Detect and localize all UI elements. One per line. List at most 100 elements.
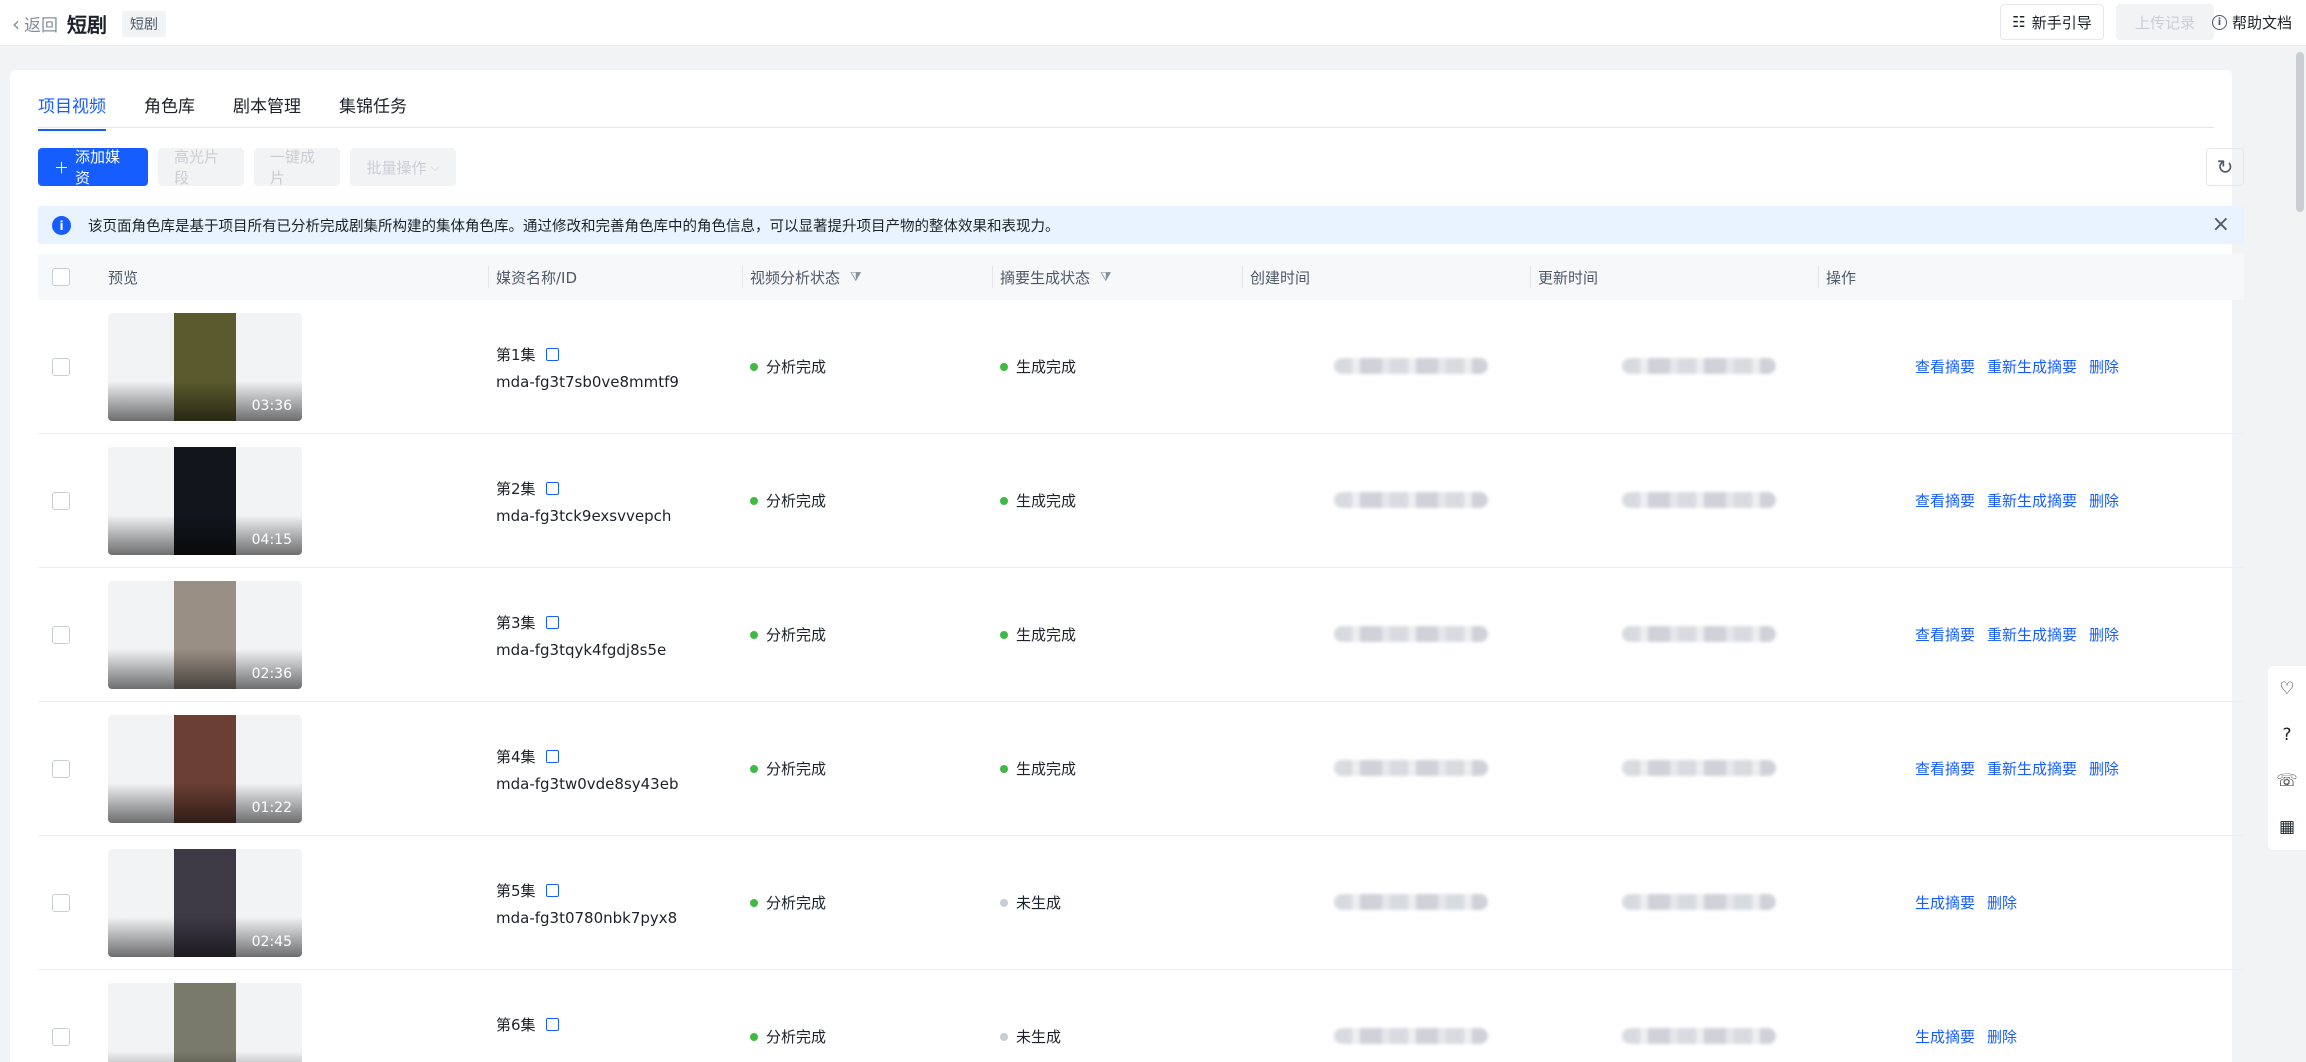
row-actions: 查看摘要 重新生成摘要 删除: [1915, 758, 2119, 779]
video-thumbnail[interactable]: 04:15: [108, 447, 302, 555]
edit-link-icon[interactable]: [545, 750, 559, 763]
analysis-cell: 分析完成: [750, 758, 826, 779]
row-checkbox[interactable]: [52, 1028, 70, 1046]
edit-link-icon[interactable]: [545, 482, 559, 495]
status-dot: [750, 1032, 758, 1041]
row-action[interactable]: 重新生成摘要: [1987, 624, 2077, 645]
filter-icon[interactable]: ⧩: [850, 270, 862, 285]
guide-button[interactable]: ☷ 新手引导: [2000, 4, 2104, 40]
feedback-icon[interactable]: ♡: [2279, 679, 2294, 699]
media-name-label: 第5集: [496, 882, 536, 900]
name-cell: 第6集: [496, 1014, 559, 1043]
back-link[interactable]: ‹ 返回: [12, 11, 58, 37]
edit-link-icon[interactable]: [545, 348, 559, 361]
scrollbar[interactable]: [2296, 52, 2304, 212]
analysis-status: 分析完成: [750, 758, 826, 779]
updated-time-redacted: [1622, 492, 1776, 508]
row-action[interactable]: 删除: [2089, 758, 2119, 779]
add-media-button[interactable]: ＋ 添加媒资: [38, 148, 148, 187]
row-action[interactable]: 生成摘要: [1915, 1026, 1975, 1047]
edit-link-icon[interactable]: [545, 616, 559, 629]
name-cell: 第5集 mda-fg3t0780nbk7pyx8: [496, 880, 677, 927]
close-icon[interactable]: ×: [2212, 212, 2230, 237]
edit-link-icon[interactable]: [545, 1018, 559, 1031]
updated-time-cell: [1622, 1028, 1776, 1044]
summary-cell: 生成完成: [1000, 356, 1076, 377]
video-thumbnail[interactable]: [108, 983, 302, 1062]
info-banner-text: 该页面角色库是基于项目所有已分析完成剧集所构建的集体角色库。通过修改和完善角色库…: [88, 218, 1060, 235]
updated-time-redacted: [1622, 1028, 1776, 1044]
grid-icon[interactable]: ▦: [2279, 817, 2295, 837]
updated-time-cell: [1622, 894, 1776, 910]
summary-status: 生成完成: [1000, 624, 1076, 645]
row-action[interactable]: 查看摘要: [1915, 624, 1975, 645]
status-dot: [750, 630, 758, 639]
batch-actions-dropdown[interactable]: 批量操作 ⌵: [350, 148, 456, 186]
row-checkbox[interactable]: [52, 894, 70, 912]
refresh-button[interactable]: ↻: [2206, 148, 2244, 186]
tab-project-videos[interactable]: 项目视频: [38, 92, 106, 131]
video-thumbnail[interactable]: 02:36: [108, 581, 302, 689]
video-thumbnail[interactable]: 03:36: [108, 313, 302, 421]
row-checkbox[interactable]: [52, 358, 70, 376]
row-checkbox[interactable]: [52, 760, 70, 778]
row-action[interactable]: 删除: [1987, 892, 2017, 913]
help-docs-label: 帮助文档: [2232, 14, 2293, 32]
tab-highlight-tasks[interactable]: 集锦任务: [339, 92, 407, 131]
row-action[interactable]: 查看摘要: [1915, 490, 1975, 511]
row-action[interactable]: 查看摘要: [1915, 758, 1975, 779]
analysis-status-label: 分析完成: [766, 492, 827, 510]
row-action[interactable]: 删除: [2089, 356, 2119, 377]
media-id: mda-fg3tqyk4fgdj8s5e: [496, 641, 667, 659]
media-name: 第2集: [496, 478, 671, 499]
ops-cell: 查看摘要 重新生成摘要 删除: [1915, 758, 2119, 779]
row-action[interactable]: 查看摘要: [1915, 356, 1975, 377]
row-action[interactable]: 重新生成摘要: [1987, 758, 2077, 779]
ops-cell: 查看摘要 重新生成摘要 删除: [1915, 624, 2119, 645]
row-action[interactable]: 删除: [2089, 624, 2119, 645]
row-action[interactable]: 重新生成摘要: [1987, 490, 2077, 511]
row-checkbox-cell: [52, 1028, 70, 1046]
row-actions: 查看摘要 重新生成摘要 删除: [1915, 356, 2119, 377]
phone-icon[interactable]: ☏: [2276, 771, 2297, 791]
status-dot: [750, 898, 758, 907]
row-action[interactable]: 生成摘要: [1915, 892, 1975, 913]
created-time-redacted: [1334, 1028, 1488, 1044]
row-actions: 生成摘要 删除: [1915, 1026, 2017, 1047]
video-thumbnail[interactable]: 01:22: [108, 715, 302, 823]
filter-icon[interactable]: ⧩: [1100, 270, 1112, 285]
highlight-clips-button[interactable]: 高光片段: [158, 148, 244, 187]
row-action[interactable]: 重新生成摘要: [1987, 356, 2077, 377]
row-checkbox[interactable]: [52, 626, 70, 644]
info-icon: i: [52, 216, 71, 235]
preview-cell: 02:36: [108, 568, 302, 689]
one-click-video-button[interactable]: 一键成片: [254, 148, 340, 187]
created-time-cell: [1334, 358, 1488, 374]
summary-status-label: 生成完成: [1016, 358, 1077, 376]
row-checkbox-cell: [52, 492, 70, 510]
help-icon[interactable]: ?: [2282, 725, 2291, 745]
video-duration: 04:15: [251, 532, 292, 548]
upload-records-button[interactable]: 上传记录: [2116, 4, 2214, 40]
table-row: 01:22 第4集 mda-fg3tw0vde8sy43eb 分析完成 生成完成: [38, 702, 2244, 836]
ops-cell: 查看摘要 重新生成摘要 删除: [1915, 490, 2119, 511]
help-docs-link[interactable]: i 帮助文档: [2212, 12, 2292, 33]
summary-cell: 生成完成: [1000, 490, 1076, 511]
status-dot: [1000, 764, 1008, 773]
media-name: 第5集: [496, 880, 677, 901]
tab-script-management[interactable]: 剧本管理: [233, 92, 301, 131]
edit-link-icon[interactable]: [545, 884, 559, 897]
tab-divider: [38, 127, 2214, 128]
video-thumbnail[interactable]: 02:45: [108, 849, 302, 957]
table-row: 02:45 第5集 mda-fg3t0780nbk7pyx8 分析完成 未生成: [38, 836, 2244, 970]
col-updated: 更新时间: [1529, 254, 1598, 300]
row-checkbox[interactable]: [52, 492, 70, 510]
select-all-checkbox[interactable]: [52, 268, 70, 286]
analysis-status-label: 分析完成: [766, 894, 827, 912]
tab-character-library[interactable]: 角色库: [144, 92, 195, 131]
main-card: 项目视频 角色库 剧本管理 集锦任务 ＋ 添加媒资 高光片段 一键成片 批量操作…: [10, 70, 2244, 1062]
created-time-redacted: [1334, 492, 1488, 508]
row-action[interactable]: 删除: [1987, 1026, 2017, 1047]
summary-status-label: 未生成: [1016, 1028, 1062, 1046]
row-action[interactable]: 删除: [2089, 490, 2119, 511]
